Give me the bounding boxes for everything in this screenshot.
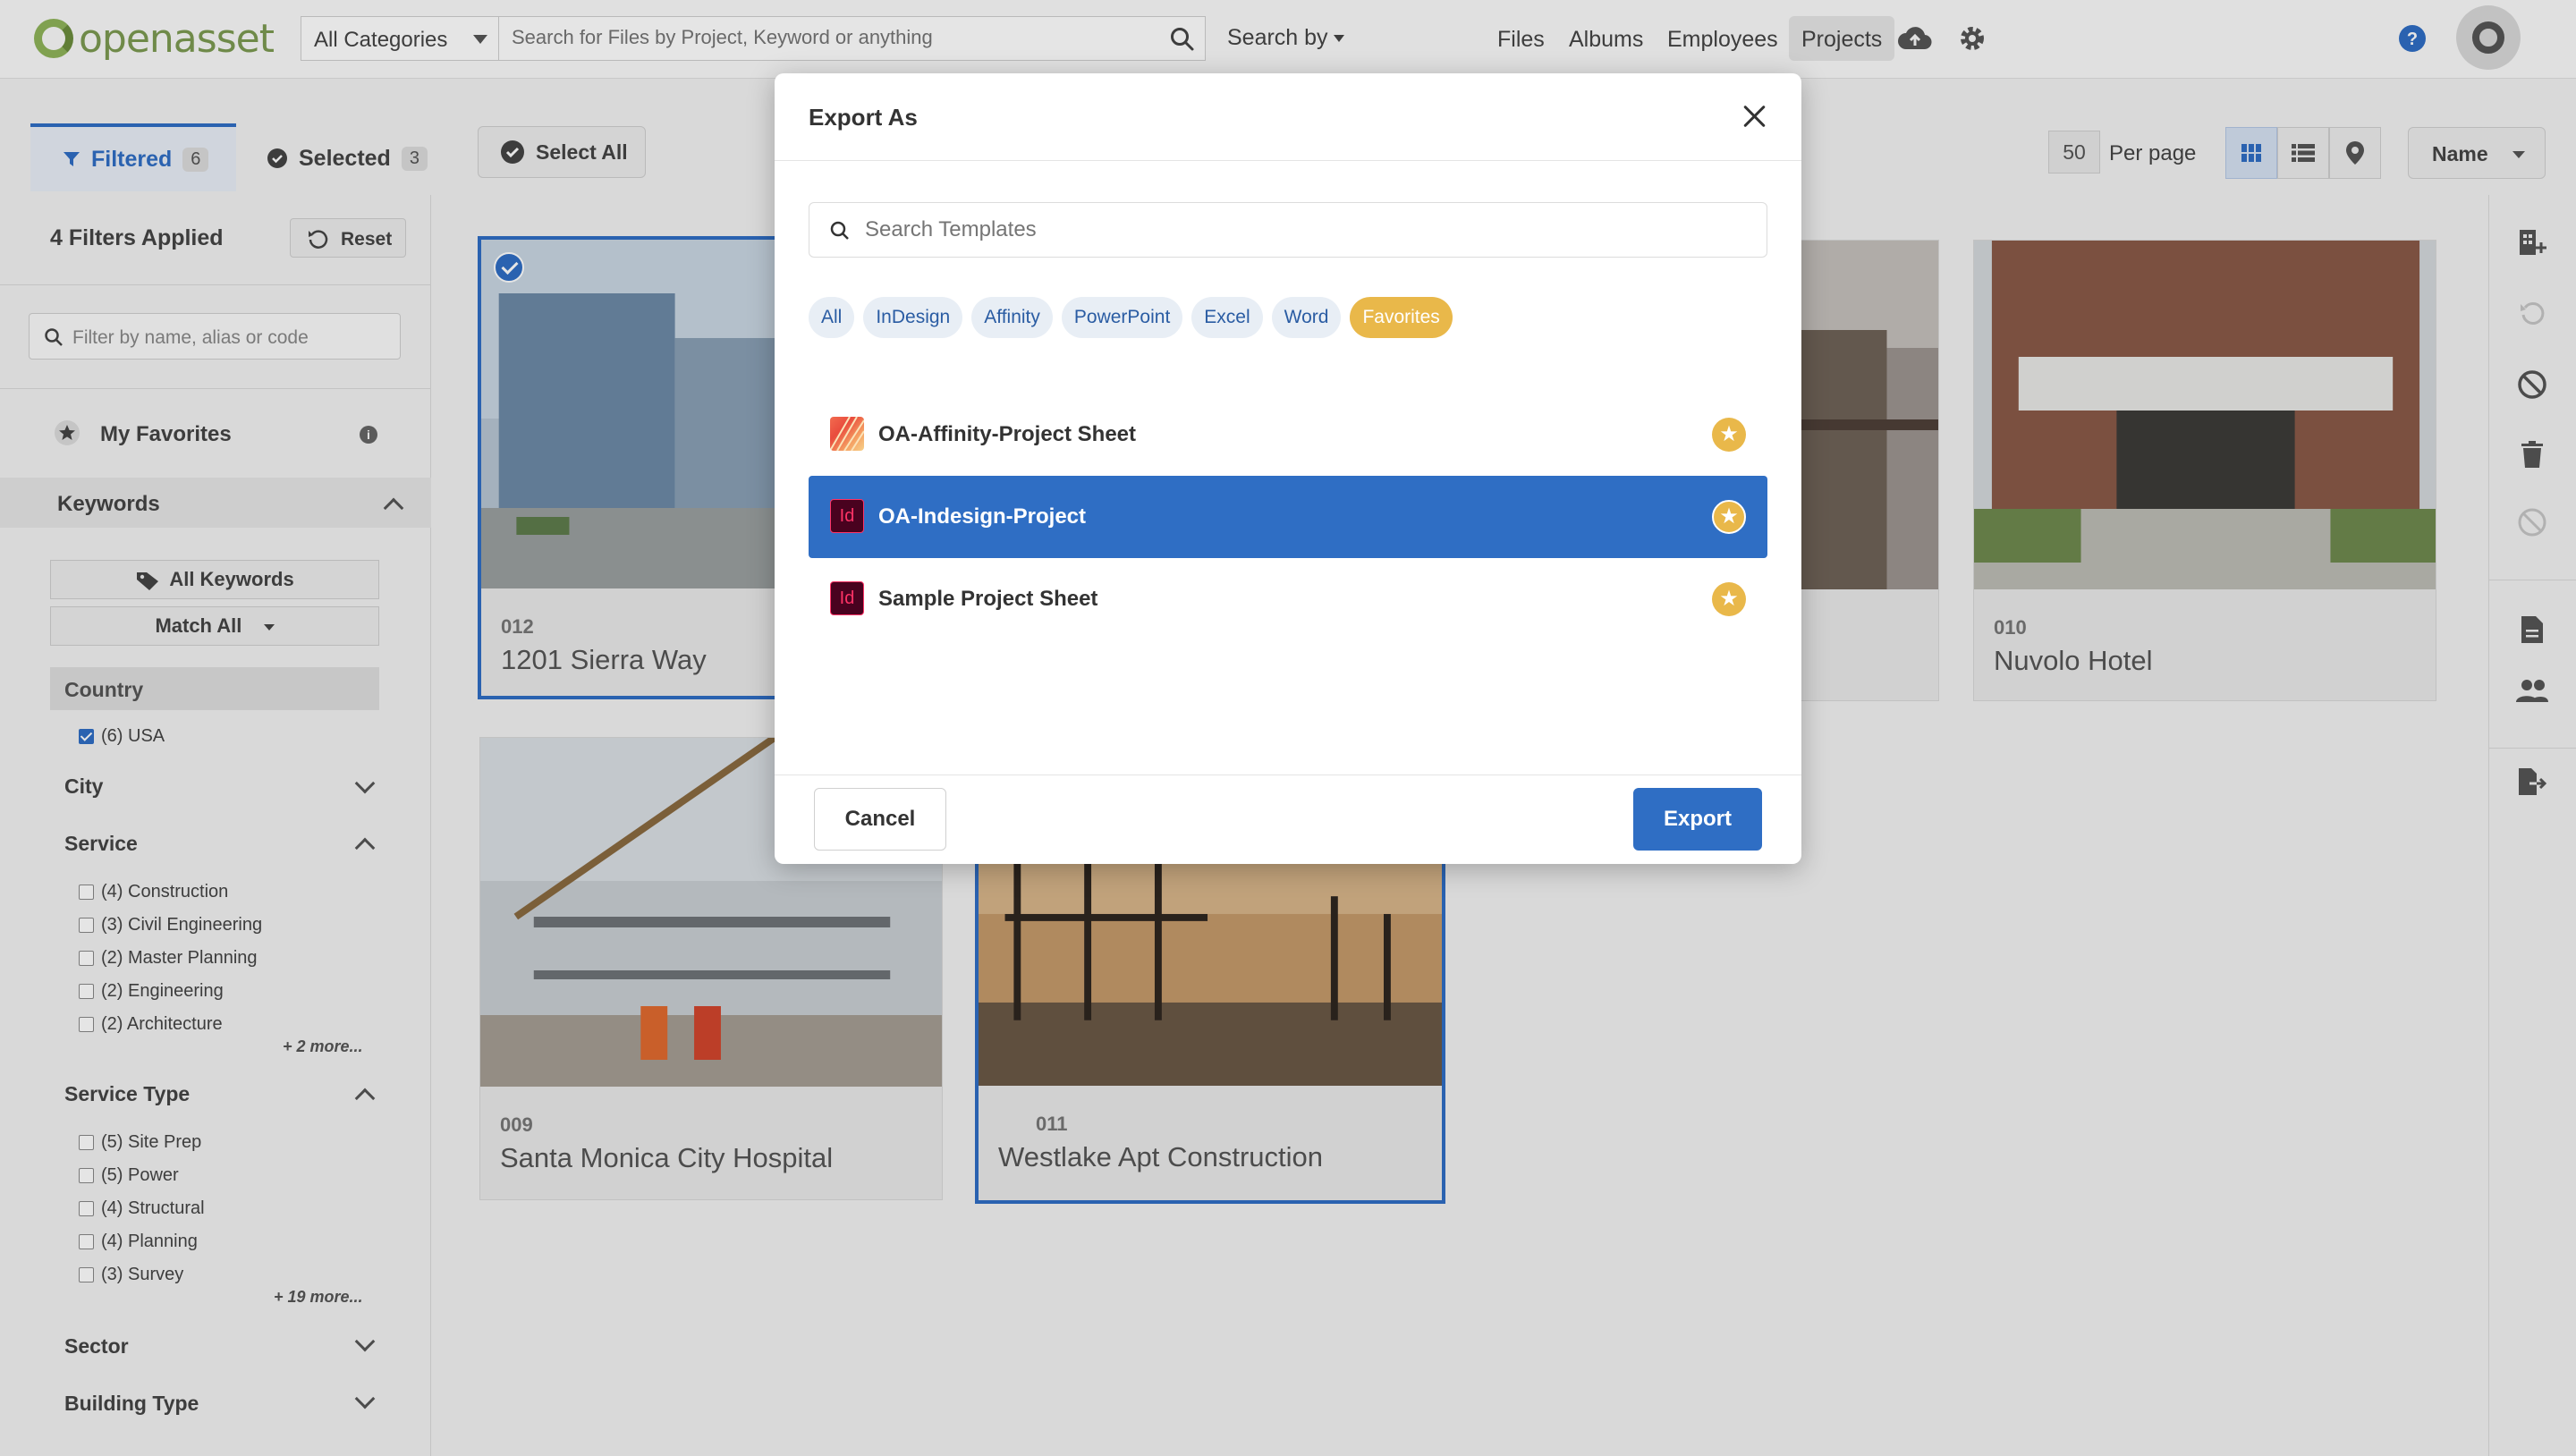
chip-indesign[interactable]: InDesign xyxy=(863,297,963,338)
favorite-star-icon[interactable]: ★ xyxy=(1712,500,1746,534)
export-as-dialog: Export As All InDesign Affinity PowerPoi… xyxy=(775,73,1801,864)
template-search xyxy=(809,202,1767,258)
dialog-footer: Cancel Export xyxy=(775,775,1801,864)
favorite-star-icon[interactable]: ★ xyxy=(1712,418,1746,452)
chip-all[interactable]: All xyxy=(809,297,855,338)
template-name: OA-Affinity-Project Sheet xyxy=(878,422,1137,446)
affinity-app-icon xyxy=(830,417,864,451)
cancel-button[interactable]: Cancel xyxy=(814,788,946,851)
template-type-filters: All InDesign Affinity PowerPoint Excel W… xyxy=(809,297,1453,338)
chip-powerpoint[interactable]: PowerPoint xyxy=(1061,297,1183,338)
template-row[interactable]: OA-Affinity-Project Sheet ★ xyxy=(809,394,1767,476)
template-name: Sample Project Sheet xyxy=(878,587,1098,611)
template-row-selected[interactable]: Id OA-Indesign-Project ★ xyxy=(809,476,1767,558)
chip-affinity[interactable]: Affinity xyxy=(971,297,1053,338)
export-button[interactable]: Export xyxy=(1633,788,1762,851)
template-name: OA-Indesign-Project xyxy=(878,504,1087,529)
template-search-input[interactable] xyxy=(865,214,1741,246)
close-icon[interactable] xyxy=(1739,100,1771,132)
search-icon xyxy=(829,220,851,246)
chip-excel[interactable]: Excel xyxy=(1191,297,1263,338)
chip-favorites[interactable]: Favorites xyxy=(1350,297,1453,338)
favorite-star-icon[interactable]: ★ xyxy=(1712,582,1746,616)
dialog-title: Export As xyxy=(809,104,918,131)
indesign-app-icon: Id xyxy=(830,581,864,615)
indesign-app-icon: Id xyxy=(830,499,864,533)
chip-word[interactable]: Word xyxy=(1271,297,1342,338)
dialog-header: Export As xyxy=(775,73,1801,161)
template-row[interactable]: Id Sample Project Sheet ★ xyxy=(809,558,1767,640)
